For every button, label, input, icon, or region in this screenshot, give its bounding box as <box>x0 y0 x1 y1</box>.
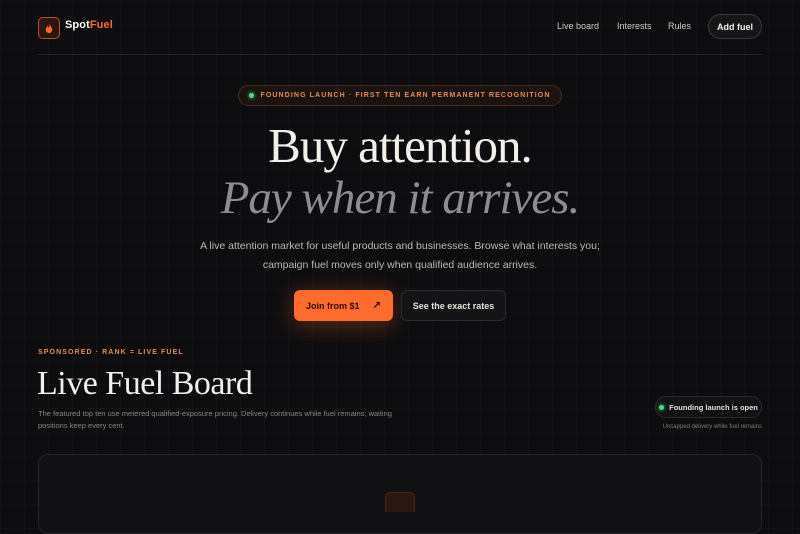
rates-button[interactable]: See the exact rates <box>401 290 506 321</box>
section-kicker: SPONSORED · RANK = LIVE FUEL <box>38 349 184 356</box>
nav-rules[interactable]: Rules <box>668 21 691 31</box>
arrow-up-right-icon: ↗ <box>372 300 381 311</box>
add-fuel-button[interactable]: Add fuel <box>708 14 762 39</box>
status-note: Uncapped delivery while fuel remains <box>662 424 762 430</box>
join-button-label: Join from $1 <box>306 300 360 311</box>
nav-interests[interactable]: Interests <box>617 21 652 31</box>
section-description: The featured top ten use metered qualifi… <box>38 409 392 430</box>
logo-mark[interactable] <box>38 17 60 39</box>
brand-name-part2: Fuel <box>89 19 113 31</box>
nav-live-board[interactable]: Live board <box>557 21 599 31</box>
brand-name-part1: Spot <box>65 19 90 31</box>
board-placeholder-icon <box>385 492 415 512</box>
launch-status-badge: Founding launch is open <box>655 396 762 418</box>
header-divider <box>38 54 762 55</box>
launch-status-text: Founding launch is open <box>669 402 758 412</box>
hero-subtitle: Pay when it arrives. <box>220 172 581 224</box>
section-title: Live Fuel Board <box>37 365 253 402</box>
status-dot-icon <box>659 404 665 410</box>
brand-name[interactable]: SpotFuel <box>65 19 113 31</box>
launch-badge-text: FOUNDING LAUNCH · FIRST TEN EARN PERMANE… <box>260 92 551 99</box>
hero-title: Buy attention. <box>268 118 533 173</box>
status-dot-icon <box>249 93 255 98</box>
launch-badge: FOUNDING LAUNCH · FIRST TEN EARN PERMANE… <box>238 85 562 106</box>
hero-description: A live attention market for useful produ… <box>200 240 600 271</box>
join-button[interactable]: Join from $1 ↗ <box>294 290 393 321</box>
flame-icon <box>45 22 53 33</box>
